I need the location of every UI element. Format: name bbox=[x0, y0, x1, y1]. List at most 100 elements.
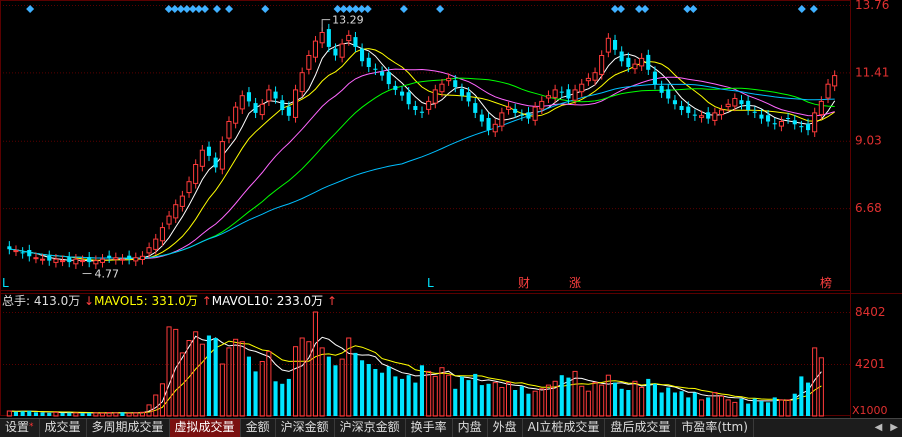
candle-body bbox=[752, 111, 757, 113]
signal-diamond-icon bbox=[225, 5, 234, 13]
ma10-line bbox=[9, 48, 835, 261]
volume-bar bbox=[199, 343, 205, 417]
candle-body bbox=[446, 77, 452, 82]
tab-4[interactable]: 金额 bbox=[241, 419, 276, 437]
candle-body bbox=[40, 258, 46, 261]
candle-body bbox=[113, 257, 119, 260]
tab-10[interactable]: AI立桩成交量 bbox=[523, 419, 606, 437]
candle-body bbox=[652, 71, 657, 85]
tab-9[interactable]: 外盘 bbox=[488, 419, 523, 437]
chart-grid bbox=[0, 0, 902, 418]
candle-body bbox=[280, 100, 285, 110]
volume-bar bbox=[719, 395, 725, 417]
candle-body bbox=[179, 195, 185, 207]
candle-body bbox=[80, 260, 86, 263]
tab-1[interactable]: 成交量 bbox=[40, 419, 87, 437]
volume-bar bbox=[293, 346, 299, 417]
volume-bar bbox=[446, 374, 452, 417]
tab-12[interactable]: 市盈率(ttm) bbox=[676, 419, 754, 437]
volume-bar bbox=[419, 365, 424, 416]
scroll-left-icon[interactable]: ◀ bbox=[871, 419, 887, 437]
candle-body bbox=[293, 89, 299, 118]
volume-bar bbox=[732, 401, 738, 417]
volume-bar bbox=[273, 381, 278, 416]
candle-body bbox=[585, 77, 591, 82]
volume-bar bbox=[413, 382, 418, 416]
candle-body bbox=[679, 106, 684, 110]
candle-body bbox=[326, 29, 331, 47]
candle-body bbox=[239, 95, 245, 110]
volume-bar bbox=[266, 351, 272, 417]
stock-chart[interactable]: L L 财 涨 榜 13.76 11.41 9.03 6.68 8402 4201 X1000 13… bbox=[0, 0, 902, 418]
candle-body bbox=[73, 258, 79, 265]
scroll-right-icon[interactable]: ▶ bbox=[886, 419, 902, 437]
volume-bar bbox=[393, 376, 398, 416]
candle-body bbox=[473, 103, 478, 113]
candle-body bbox=[246, 92, 251, 102]
candle-body bbox=[400, 91, 405, 96]
volume-bar bbox=[785, 399, 791, 417]
candle-body bbox=[605, 37, 611, 53]
tab-label: 换手率 bbox=[410, 420, 447, 434]
tab-2[interactable]: 多周期成交量 bbox=[87, 419, 170, 437]
tab-label: 沪深金额 bbox=[280, 420, 329, 434]
candle-body bbox=[632, 63, 638, 70]
candle-body bbox=[413, 106, 418, 110]
down-arrow-icon: ↓ bbox=[80, 294, 94, 308]
candle-body bbox=[566, 89, 571, 99]
volume-bar bbox=[613, 382, 618, 416]
volume-bar bbox=[579, 385, 585, 417]
volume-bar bbox=[159, 383, 165, 417]
candle-body bbox=[380, 71, 385, 76]
volume-bar bbox=[466, 380, 471, 416]
candle-body bbox=[219, 141, 225, 170]
event-marker: 涨 bbox=[569, 275, 581, 290]
candle-body bbox=[213, 157, 218, 168]
candle-body bbox=[47, 255, 52, 261]
candle-body bbox=[259, 103, 265, 116]
candle-body bbox=[107, 255, 112, 258]
candle-body bbox=[119, 258, 126, 261]
volume-bar bbox=[239, 341, 245, 417]
candle-body bbox=[672, 100, 677, 105]
volume-bar bbox=[566, 377, 571, 416]
volume-bar bbox=[559, 375, 564, 416]
tab-5[interactable]: 沪深金额 bbox=[276, 419, 335, 437]
volume-bar bbox=[746, 403, 751, 416]
candle-body bbox=[513, 108, 518, 113]
volume-bar bbox=[286, 378, 291, 416]
tab-11[interactable]: 盘后成交量 bbox=[605, 419, 677, 437]
tab-label: 沪深京金额 bbox=[339, 420, 400, 434]
volume-bar bbox=[233, 338, 239, 417]
candle-body bbox=[7, 246, 12, 250]
candle-body bbox=[299, 72, 305, 93]
tab-3[interactable]: 虚拟成交量 bbox=[169, 419, 241, 437]
signal-diamond-icon bbox=[213, 5, 222, 13]
tab-label: 外盘 bbox=[492, 420, 517, 434]
candle-body bbox=[532, 106, 538, 121]
candle-body bbox=[492, 123, 498, 133]
tab-7[interactable]: 换手率 bbox=[406, 419, 453, 437]
volume-bar bbox=[13, 411, 18, 416]
tab-6[interactable]: 沪深京金额 bbox=[335, 419, 406, 437]
volume-bar bbox=[519, 386, 524, 416]
candle-body bbox=[339, 43, 345, 58]
candle-body bbox=[499, 112, 505, 127]
volume-bar bbox=[672, 392, 677, 416]
ma5-line bbox=[9, 42, 836, 262]
tab-label: 金额 bbox=[245, 420, 270, 434]
tab-0[interactable]: 设置* bbox=[0, 419, 40, 437]
volume-bar bbox=[539, 388, 545, 417]
tab-8[interactable]: 内盘 bbox=[453, 419, 488, 437]
candle-body bbox=[486, 118, 491, 130]
candle-body bbox=[266, 89, 272, 102]
candle-body bbox=[599, 55, 605, 75]
tab-label: 虚拟成交量 bbox=[174, 420, 235, 434]
volume-bar bbox=[87, 412, 92, 416]
low-price-label: 4.77 bbox=[95, 268, 120, 281]
volume-bar bbox=[486, 383, 491, 416]
ma30-line bbox=[9, 77, 835, 259]
candle-body bbox=[666, 89, 671, 99]
candle-body bbox=[686, 106, 691, 113]
candle-body bbox=[60, 260, 66, 263]
